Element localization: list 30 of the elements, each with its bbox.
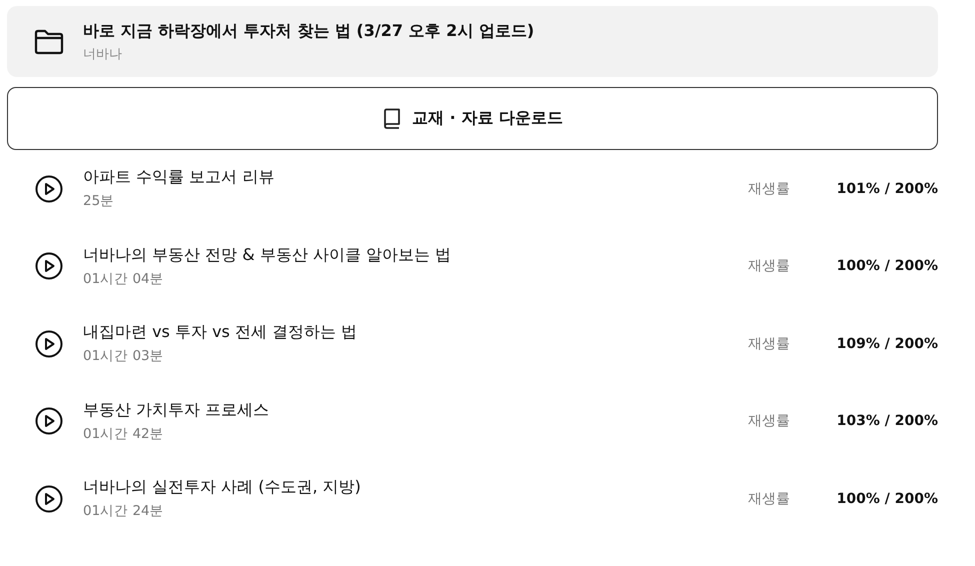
progress-value: 101% / 200% [836,180,938,197]
progress-value: 100% / 200% [836,258,938,274]
folder-title: 바로 지금 하락장에서 투자처 찾는 법 (3/27 오후 2시 업로드) [83,20,534,42]
lecture-duration: 01시간 24분 [83,502,165,520]
lecture-title[interactable]: 내집마련 vs 투자 vs 전세 결정하는 법 [83,322,748,344]
progress-value: 109% / 200% [836,336,938,352]
play-button-icon[interactable] [35,330,63,358]
play-button-icon[interactable] [35,484,63,513]
progress-label: 재생률 [748,257,791,276]
progress-label: 재생률 [748,490,791,508]
progress-label: 재생률 [748,180,791,198]
download-button[interactable]: 교재 · 자료 다운로드 [7,87,938,150]
lecture-duration: 25분 [83,192,116,210]
lecture-title[interactable]: 너바나의 부동산 전망 & 부동산 사이클 알아보는 법 [83,244,748,266]
progress-label: 재생률 [748,334,791,353]
progress-value: 103% / 200% [836,413,938,430]
author-name: 너바나 [83,46,123,62]
lecture-title[interactable]: 아파트 수익률 보고서 리뷰 [83,167,748,188]
play-button-icon[interactable] [35,252,63,280]
play-button-icon[interactable] [35,407,63,436]
lecture-title[interactable]: 부동산 가치투자 프로세스 [83,400,748,421]
play-button-icon[interactable] [35,174,63,203]
progress-value: 100% / 200% [836,490,938,507]
lecture-title[interactable]: 너바나의 실전투자 사례 (수도권, 지방) [83,477,748,498]
progress-label: 재생률 [748,412,791,430]
lecture-duration: 01시간 03분 [83,347,165,366]
book-icon [382,108,402,130]
folder-icon [34,28,64,54]
lecture-duration: 01시간 42분 [83,424,165,443]
lecture-duration: 01시간 04분 [83,270,165,288]
